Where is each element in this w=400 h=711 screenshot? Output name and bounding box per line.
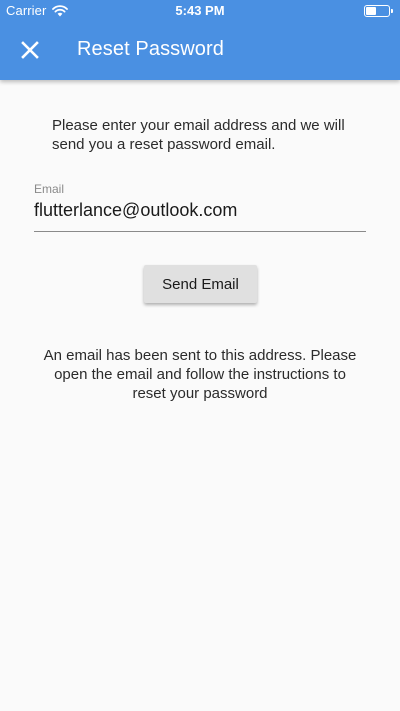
close-button[interactable] <box>10 30 50 70</box>
close-icon <box>21 41 39 59</box>
status-time: 5:43 PM <box>175 3 225 18</box>
send-email-button[interactable]: Send Email <box>144 265 257 303</box>
battery-level-fill <box>366 7 376 15</box>
header: Carrier 5:43 PM Reset Password <box>0 0 400 80</box>
app-bar: Reset Password <box>0 22 400 80</box>
reset-password-screen: Carrier 5:43 PM Reset Password Please en… <box>0 0 400 711</box>
instruction-text: Please enter your email address and we w… <box>52 117 345 153</box>
confirmation-message: An email has been sent to this address. … <box>43 347 357 402</box>
page-title: Reset Password <box>77 38 225 60</box>
email-input[interactable] <box>34 197 366 223</box>
battery-icon <box>364 5 393 17</box>
email-field[interactable]: Email <box>34 182 366 232</box>
status-bar: Carrier 5:43 PM <box>0 0 400 22</box>
email-label: Email <box>34 182 65 196</box>
